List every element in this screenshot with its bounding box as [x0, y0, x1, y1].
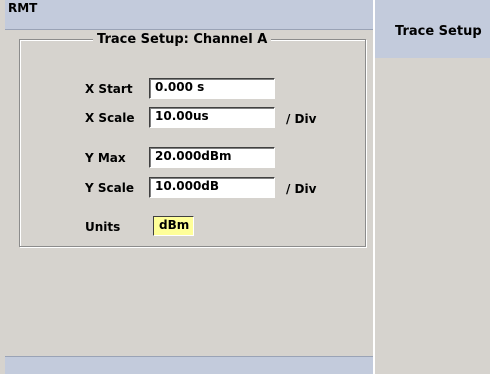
- x-scale-unit: / Div: [286, 112, 317, 126]
- y-max-field[interactable]: 20.000dBm: [149, 147, 275, 168]
- group-title: Trace Setup: Channel A: [93, 32, 272, 47]
- x-scale-row: X Scale 10.00us / Div: [20, 107, 360, 129]
- y-max-label: Y Max: [85, 151, 126, 165]
- x-start-field[interactable]: 0.000 s: [149, 78, 275, 99]
- y-scale-unit: / Div: [286, 182, 317, 196]
- softkey-panel: Trace Setup: [375, 0, 490, 374]
- trace-setup-group: Trace Setup: Channel A X Start 0.000 s X…: [19, 32, 366, 247]
- y-scale-row: Y Scale 10.000dB / Div: [20, 177, 360, 199]
- x-start-row: X Start 0.000 s: [20, 78, 360, 100]
- x-start-label: X Start: [85, 82, 133, 96]
- trace-setup-panel: Trace Setup: Channel A X Start 0.000 s X…: [5, 30, 373, 356]
- remote-indicator: RMT: [8, 1, 38, 15]
- units-label: Units: [85, 220, 121, 234]
- units-row: Units dBm: [20, 216, 360, 238]
- status-bar: RMT: [5, 0, 373, 30]
- y-max-row: Y Max 20.000dBm: [20, 147, 360, 169]
- y-scale-field[interactable]: 10.000dB: [149, 177, 275, 198]
- x-scale-field[interactable]: 10.00us: [149, 107, 275, 128]
- softkey-title: Trace Setup: [395, 24, 482, 39]
- x-scale-label: X Scale: [85, 111, 135, 125]
- y-scale-label: Y Scale: [85, 181, 134, 195]
- softkey-header[interactable]: Trace Setup: [375, 0, 490, 58]
- units-selector[interactable]: dBm: [153, 216, 195, 236]
- bottom-bar: [5, 356, 373, 374]
